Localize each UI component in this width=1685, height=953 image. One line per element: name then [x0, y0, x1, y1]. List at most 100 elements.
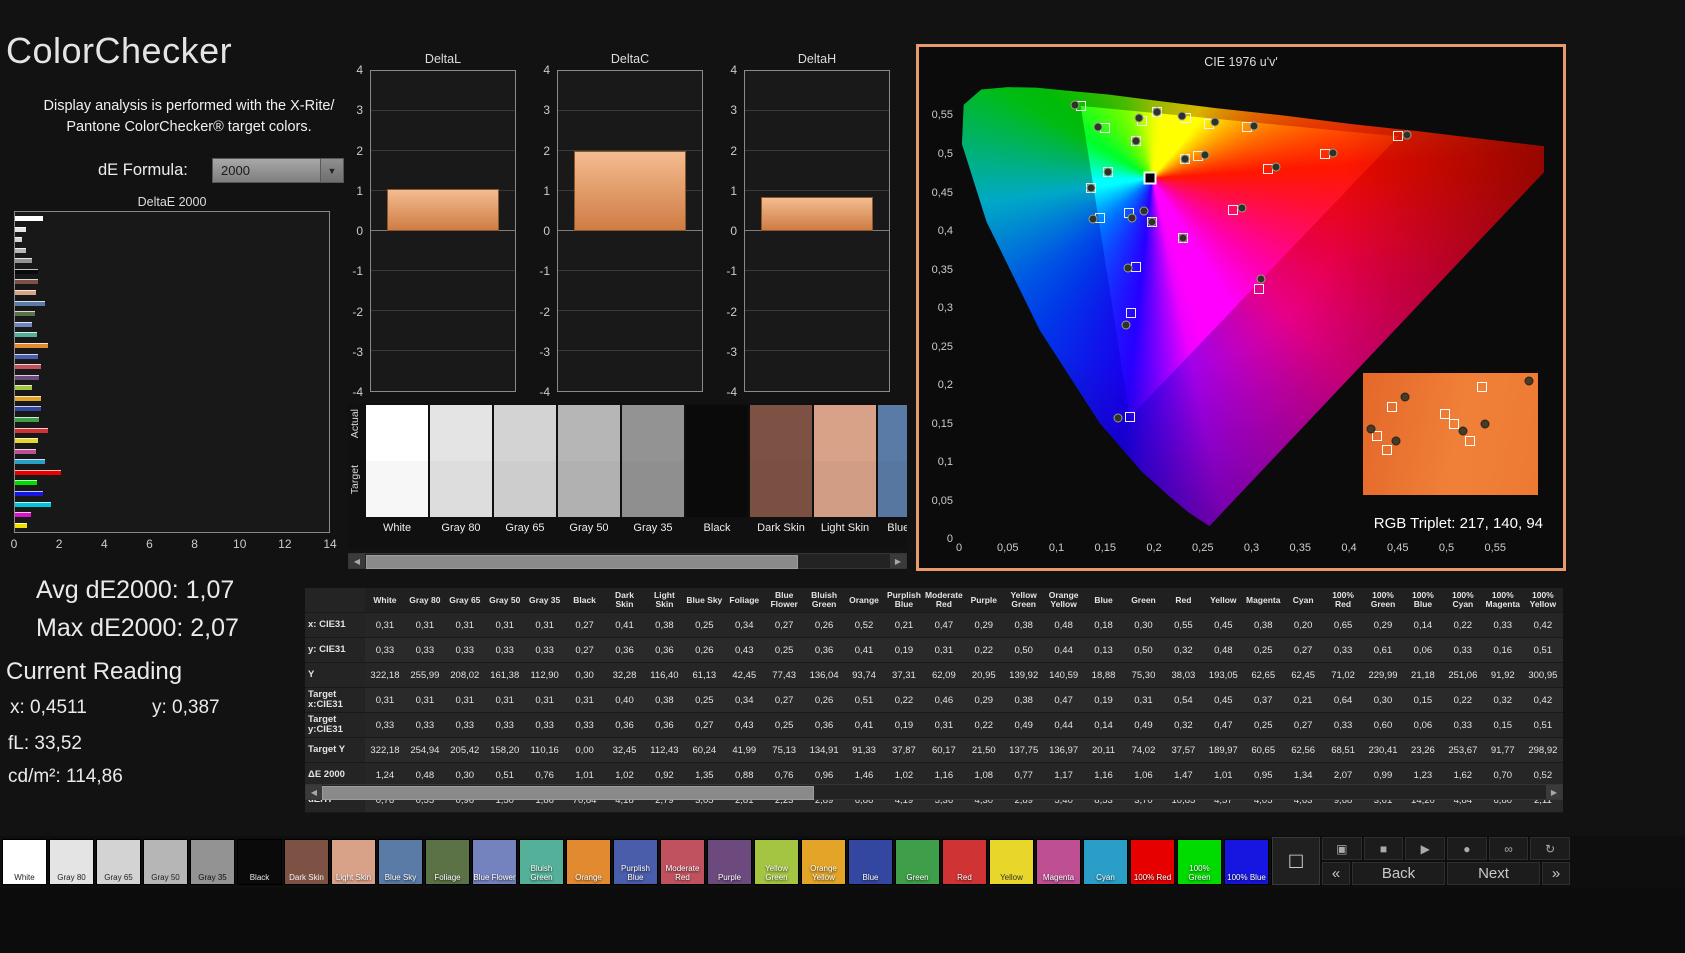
patch-button-foliage[interactable]: Foliage	[425, 839, 470, 885]
stop-button[interactable]: ■	[1363, 837, 1404, 860]
patch-button-white[interactable]: White	[2, 839, 47, 885]
patch-button-blue-sky[interactable]: Blue Sky	[378, 839, 423, 885]
cie-measured-marker	[1402, 130, 1412, 140]
table-cell: 193,05	[1203, 662, 1244, 688]
patch-button-black[interactable]: Black	[237, 839, 282, 885]
table-scrollbar-thumb[interactable]	[322, 786, 814, 800]
back-button[interactable]: Back	[1352, 862, 1445, 885]
patch-button-yellow[interactable]: Yellow	[989, 839, 1034, 885]
reading-y: y: 0,387	[152, 697, 220, 718]
patch-button-gray-65[interactable]: Gray 65	[96, 839, 141, 885]
table-cell: 62,45	[1283, 662, 1324, 688]
cie-x-tick-label: 0,45	[1387, 542, 1409, 554]
scroll-right-icon[interactable]: ▶	[1546, 785, 1562, 799]
patch-button-light-skin[interactable]: Light Skin	[331, 839, 376, 885]
de2000-bar	[15, 459, 46, 465]
table-cell: 0,38	[1003, 687, 1044, 713]
table-cell: 0,49	[1003, 712, 1044, 738]
cie-measured-marker	[1256, 274, 1266, 284]
swatch-cell: Dark Skin	[750, 405, 812, 534]
chart-plot	[557, 70, 703, 392]
patch-button-100-blue[interactable]: 100% Blue	[1224, 839, 1269, 885]
table-cell: 298,92	[1522, 737, 1563, 763]
patch-button-100-red[interactable]: 100% Red	[1130, 839, 1175, 885]
y-tick-label: 2	[356, 143, 363, 158]
first-page-button[interactable]: «	[1322, 862, 1350, 885]
patch-button-blue-flower[interactable]: Blue Flower	[472, 839, 517, 885]
inset-square-marker	[1476, 382, 1487, 393]
de2000-bar	[15, 395, 42, 401]
row-label: Y	[305, 662, 365, 688]
table-cell: 0,51	[1522, 637, 1563, 663]
patch-button-100-green[interactable]: 100% Green	[1177, 839, 1222, 885]
patch-button-blue[interactable]: Blue	[848, 839, 893, 885]
delta-bar	[760, 197, 874, 231]
column-header: Gray 80	[404, 588, 445, 613]
table-scrollbar[interactable]: ◀ ▶	[305, 784, 1563, 800]
scroll-left-icon[interactable]: ◀	[306, 785, 322, 799]
patch-button-dark-skin[interactable]: Dark Skin	[284, 839, 329, 885]
pattern-fullscreen-button[interactable]: □	[1272, 837, 1320, 885]
patch-button-gray-35[interactable]: Gray 35	[190, 839, 235, 885]
swatch-scrollbar-thumb[interactable]	[366, 555, 798, 569]
record-button[interactable]: ●	[1447, 837, 1487, 860]
table-cell: 0,47	[1203, 712, 1244, 738]
patch-button-moderate-red[interactable]: Moderate Red	[660, 839, 705, 885]
inset-square-marker	[1464, 435, 1475, 446]
last-page-button[interactable]: »	[1542, 862, 1570, 885]
patch-button-label: Gray 50	[151, 873, 180, 883]
scroll-right-icon[interactable]: ▶	[890, 554, 906, 568]
patch-button-yellow-green[interactable]: Yellow Green	[754, 839, 799, 885]
de-formula-dropdown[interactable]: 2000 ▼	[212, 158, 344, 183]
table-cell: 0,41	[844, 637, 884, 663]
patch-button-bluish-green[interactable]: Bluish Green	[519, 839, 564, 885]
swatch-cell: Gray 80	[430, 405, 492, 534]
cie-y-tick-label: 0,45	[931, 186, 953, 199]
table-cell: 0,30	[1363, 687, 1403, 713]
patch-button-red[interactable]: Red	[942, 839, 987, 885]
table-cell: 37,57	[1163, 737, 1204, 763]
patch-button-orange-yellow[interactable]: Orange Yellow	[801, 839, 846, 885]
table-cell: 0,31	[1123, 687, 1164, 713]
table-cell: 0,49	[1123, 712, 1164, 738]
refresh-button[interactable]: ↻	[1530, 837, 1571, 860]
column-header: Magenta	[1243, 588, 1284, 613]
column-header: Red	[1163, 588, 1204, 613]
patch-button-gray-80[interactable]: Gray 80	[49, 839, 94, 885]
next-button[interactable]: Next	[1447, 862, 1540, 885]
patch-button-green[interactable]: Green	[895, 839, 940, 885]
cie-x-tick-label: 0,25	[1192, 542, 1214, 554]
patch-button-label: Bluish Green	[530, 864, 553, 883]
column-header: Cyan	[1283, 588, 1324, 613]
patch-button-orange[interactable]: Orange	[566, 839, 611, 885]
table-cell: 0,50	[1003, 637, 1044, 663]
loop-button[interactable]: ∞	[1488, 837, 1529, 860]
column-header: Blue Sky	[684, 588, 725, 613]
de2000-bar	[15, 279, 38, 285]
table-cell: 0,31	[404, 612, 445, 638]
swatch-scrollbar[interactable]: ◀ ▶	[348, 553, 907, 569]
scroll-left-icon[interactable]: ◀	[349, 554, 365, 568]
y-tick-label: 2	[730, 143, 737, 158]
table-cell: 0,16	[1482, 637, 1523, 663]
patch-button-magenta[interactable]: Magenta	[1036, 839, 1081, 885]
table-cell: 205,42	[444, 737, 485, 763]
reading-x: x: 0,4511	[10, 697, 87, 718]
cie-y-tick-label: 0,2	[937, 378, 953, 391]
pattern-window-button[interactable]: ▣	[1322, 837, 1362, 860]
table-cell: 32,45	[604, 737, 645, 763]
table-cell: 0,38	[1003, 612, 1044, 638]
table-cell: 32,28	[604, 662, 645, 688]
swatch-cell: Light Skin	[814, 405, 876, 534]
table-cell: 116,40	[644, 662, 685, 688]
reading-cdm2: cd/m²: 114,86	[8, 766, 123, 787]
patch-button-gray-50[interactable]: Gray 50	[143, 839, 188, 885]
patch-button-purple[interactable]: Purple	[707, 839, 752, 885]
patch-button-purplish-blue[interactable]: Purplish Blue	[613, 839, 658, 885]
table-row: x: CIE31 0,31 0,31 0,31 0,31 0,31 0,27 0,41 0,38…	[305, 612, 1563, 638]
cie-x-tick-label: 0,1	[1048, 542, 1065, 554]
swatch-label: White	[382, 522, 412, 534]
cie-measured-marker	[1088, 214, 1098, 224]
play-button[interactable]: ▶	[1405, 837, 1446, 860]
patch-button-cyan[interactable]: Cyan	[1083, 839, 1128, 885]
